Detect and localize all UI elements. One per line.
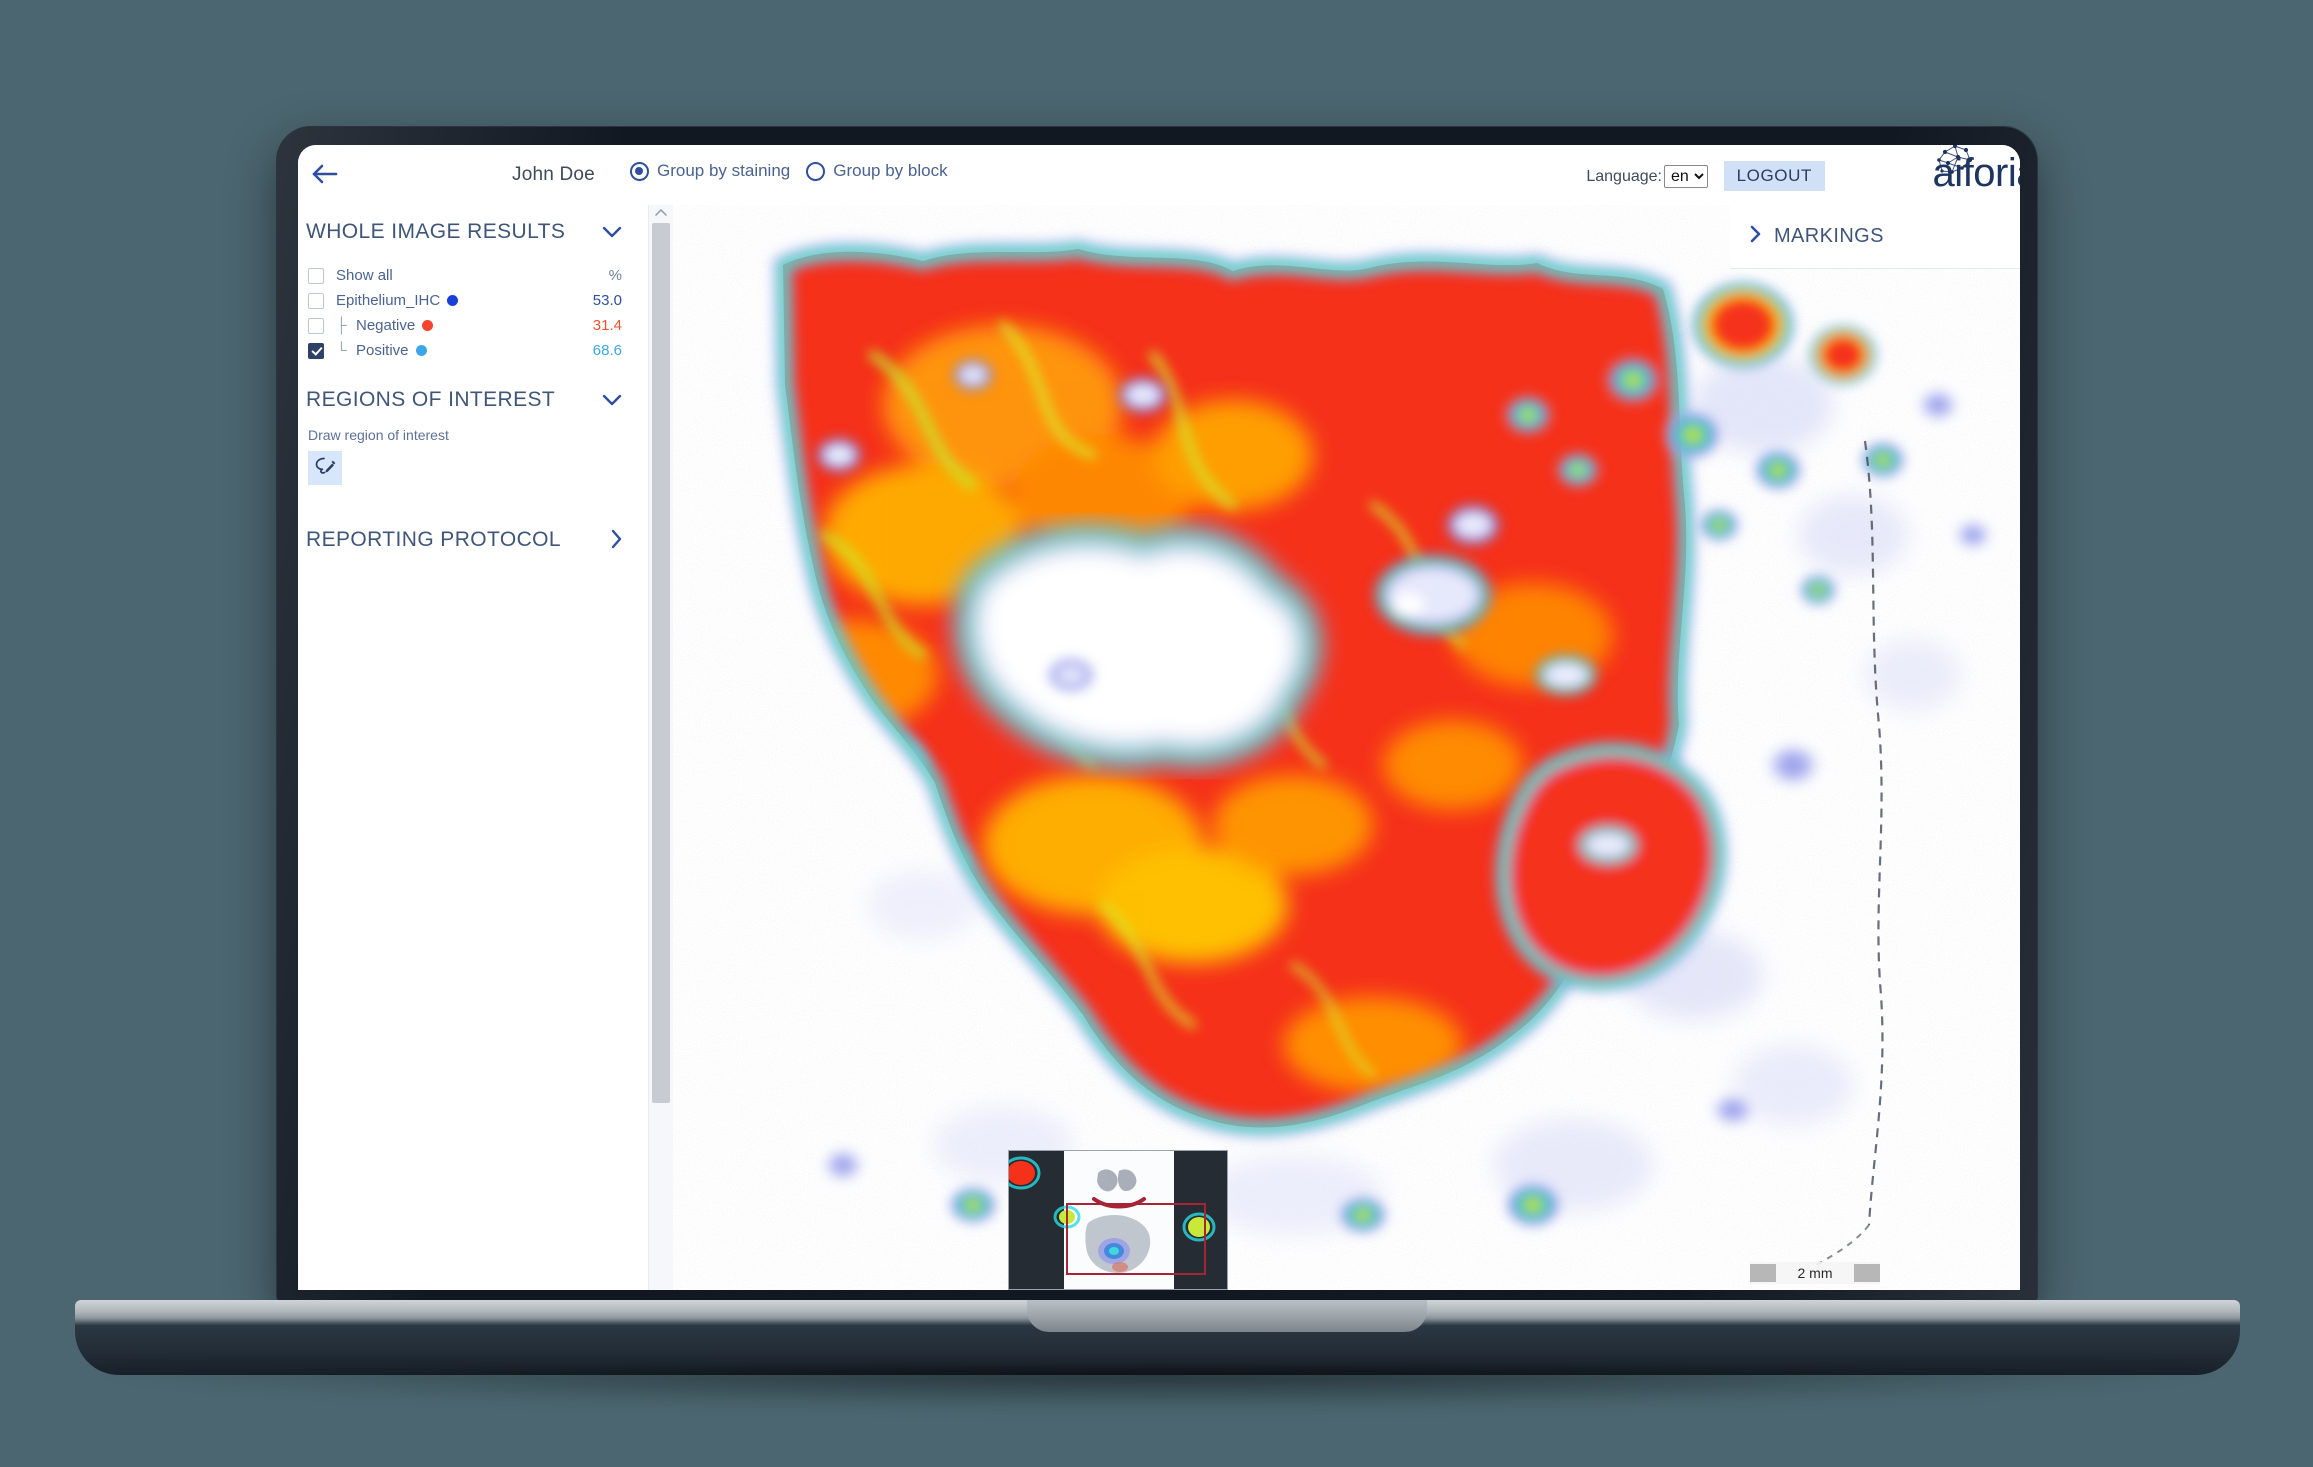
regions-of-interest-title: REGIONS OF INTEREST bbox=[306, 388, 556, 411]
positive-value: 68.6 bbox=[592, 342, 622, 359]
negative-label: ├ Negative bbox=[336, 317, 593, 334]
row-epithelium-ihc[interactable]: Epithelium_IHC 53.0 bbox=[298, 288, 648, 313]
whole-image-results-title: WHOLE IMAGE RESULTS bbox=[306, 220, 566, 243]
draw-region-button[interactable] bbox=[308, 451, 342, 485]
chevron-down-icon bbox=[602, 224, 622, 241]
markings-panel[interactable]: MARKINGS bbox=[1730, 205, 2020, 269]
row-negative[interactable]: ├ Negative 31.4 bbox=[298, 313, 648, 338]
scroll-up-arrow-icon[interactable] bbox=[649, 205, 673, 221]
draw-region-hint: Draw region of interest bbox=[308, 427, 449, 443]
results-rows: Show all % Epithelium_IHC 53.0 ├ Negativ… bbox=[298, 259, 648, 373]
section-whole-image-results[interactable]: WHOLE IMAGE RESULTS bbox=[298, 205, 648, 259]
radio-block-indicator bbox=[806, 161, 826, 181]
left-sidebar: WHOLE IMAGE RESULTS Show all % Epitheliu… bbox=[298, 205, 648, 1290]
scrollbar-thumb[interactable] bbox=[652, 223, 670, 1103]
screenshot-stage: John Doe Group by staining Group by bloc… bbox=[0, 0, 2313, 1467]
epithelium-ihc-label: Epithelium_IHC bbox=[336, 292, 593, 309]
app-topbar: John Doe Group by staining Group by bloc… bbox=[298, 145, 2020, 206]
radio-staining-label: Group by staining bbox=[657, 161, 791, 180]
brand-logo: aiforia bbox=[1933, 145, 2020, 193]
minimap-viewport-rect[interactable] bbox=[1066, 1203, 1206, 1275]
user-name: John Doe bbox=[512, 164, 595, 185]
laptop-base-notch bbox=[1027, 1300, 1427, 1332]
laptop-ground-shadow bbox=[100, 1368, 2215, 1410]
markings-title: MARKINGS bbox=[1774, 225, 1884, 247]
show-all-label: Show all bbox=[336, 267, 393, 284]
tree-branch-icon: ├ bbox=[336, 317, 347, 334]
radio-group-by-staining[interactable]: Group by staining bbox=[630, 161, 790, 181]
percent-column-header: % bbox=[608, 267, 622, 284]
logout-button[interactable]: LOGOUT bbox=[1723, 161, 1825, 191]
sidebar-scrollbar[interactable] bbox=[648, 205, 674, 1290]
section-reporting-protocol[interactable]: REPORTING PROTOCOL bbox=[298, 513, 648, 567]
checkbox-negative[interactable] bbox=[308, 317, 324, 334]
language-select[interactable]: en bbox=[1664, 165, 1708, 188]
epithelium-ihc-value: 53.0 bbox=[592, 292, 622, 309]
checkbox-positive[interactable] bbox=[308, 342, 324, 359]
heatmap-overlay bbox=[673, 205, 2020, 1290]
positive-label: └ Positive bbox=[336, 342, 593, 359]
scale-bar: 2 mm bbox=[1750, 1262, 1880, 1284]
aiforia-network-logo-icon bbox=[1929, 145, 1981, 186]
tree-branch-icon: └ bbox=[336, 342, 347, 359]
row-positive[interactable]: └ Positive 68.6 bbox=[298, 338, 648, 363]
language-selector: Language: en bbox=[1586, 165, 1708, 188]
class-color-dot bbox=[447, 295, 459, 306]
checkbox-show-all[interactable] bbox=[308, 267, 324, 284]
label-text: Epithelium_IHC bbox=[336, 292, 441, 309]
back-arrow-icon[interactable] bbox=[308, 159, 342, 189]
slide-minimap[interactable] bbox=[1008, 1150, 1228, 1290]
section-regions-of-interest[interactable]: REGIONS OF INTEREST bbox=[298, 373, 648, 427]
scale-bar-label: 2 mm bbox=[1797, 1265, 1833, 1281]
class-color-dot bbox=[422, 320, 434, 331]
radio-staining-indicator bbox=[630, 161, 649, 181]
label-text: Positive bbox=[356, 342, 409, 359]
label-text: Negative bbox=[356, 317, 416, 334]
row-show-all[interactable]: Show all % bbox=[298, 263, 648, 288]
reporting-protocol-title: REPORTING PROTOCOL bbox=[306, 528, 561, 551]
lasso-pencil-icon bbox=[313, 454, 337, 483]
laptop-screen: John Doe Group by staining Group by bloc… bbox=[298, 145, 2020, 1290]
chevron-right-icon bbox=[1750, 225, 1761, 248]
radio-group-by-block[interactable]: Group by block bbox=[806, 161, 948, 181]
negative-value: 31.4 bbox=[592, 317, 622, 334]
language-label: Language: bbox=[1586, 167, 1662, 185]
radio-block-label: Group by block bbox=[833, 161, 948, 180]
chevron-down-icon bbox=[602, 392, 622, 409]
checkbox-epithelium-ihc[interactable] bbox=[308, 292, 324, 309]
group-by-radio-group: Group by staining Group by block bbox=[630, 161, 948, 181]
chevron-right-icon bbox=[610, 529, 622, 552]
slide-viewer[interactable]: MARKINGS 2 mm bbox=[673, 205, 2020, 1290]
class-color-dot bbox=[415, 345, 427, 356]
